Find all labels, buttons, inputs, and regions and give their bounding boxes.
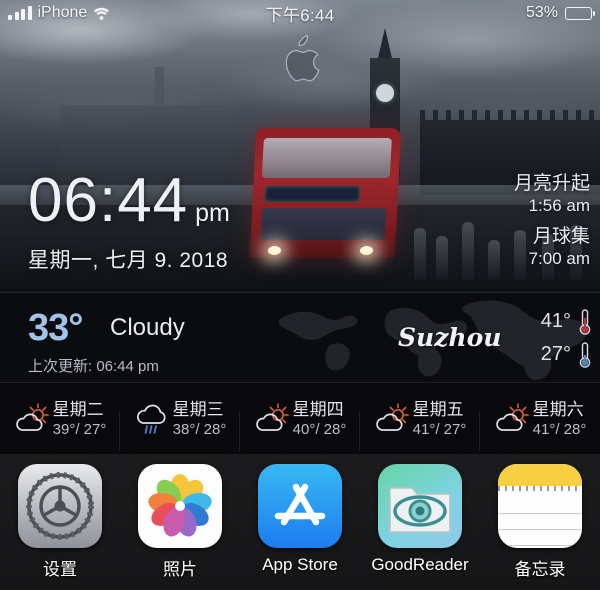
high-low-group: 41° 27°: [541, 305, 592, 371]
forecast-day-temps: 39°/ 27°: [52, 420, 107, 438]
forecast-text: 星期三 38°/ 28°: [173, 399, 227, 440]
forecast-day[interactable]: 星期六 41°/ 28°: [480, 399, 600, 440]
forecast-day-name: 星期二: [52, 399, 104, 419]
forecast-day[interactable]: 星期五 41°/ 27°: [360, 399, 480, 451]
forecast-text: 星期六 41°/ 28°: [533, 399, 587, 440]
forecast-day-name: 星期三: [172, 399, 224, 419]
big-ben-clock-face: [376, 84, 394, 102]
lockscreen-clock: 06:44 pm 星期一, 七月 9. 2018: [28, 170, 230, 274]
dock-app-appstore[interactable]: App Store: [240, 464, 360, 575]
forecast-day-name: 星期六: [532, 399, 584, 419]
forecast-day-temps: 38°/ 28°: [172, 420, 227, 438]
clock-ampm: pm: [195, 199, 230, 227]
forecast-day-name: 星期四: [292, 399, 344, 419]
dock: 设置 照片 App Store GoodReader 备忘录: [0, 454, 600, 590]
forecast-day-name: 星期五: [412, 399, 464, 419]
weather-panel[interactable]: 33° Cloudy 上次更新: 06:44 pm Suzhou 41° 27°: [0, 292, 600, 383]
carrier-label: iPhone: [37, 4, 88, 21]
status-bar: iPhone 下午6:44 53%: [0, 0, 600, 26]
bus-lower-windows: [260, 208, 387, 240]
moonset-label: 月球集: [532, 226, 590, 247]
notes-icon[interactable]: [498, 464, 582, 548]
forecast-day[interactable]: 星期二 39°/ 27°: [0, 399, 120, 451]
moonrise-time: 1:56 am: [528, 196, 590, 215]
app-store-icon[interactable]: [258, 464, 342, 548]
photos-pinwheel-icon[interactable]: [138, 464, 222, 548]
bus-headlights: [267, 246, 379, 256]
bus-upper-windows: [261, 138, 392, 178]
clock-time: 06:44: [28, 166, 189, 235]
clock-date: 星期一, 七月 9. 2018: [28, 249, 229, 272]
dock-app-notes[interactable]: 备忘录: [480, 464, 600, 580]
forecast-strip[interactable]: 星期二 39°/ 27° 星期三 38°/ 28° 星期四 40°/ 28° 星…: [0, 382, 600, 455]
last-updated-label: 上次更新: 06:44 pm: [28, 358, 159, 375]
moonset-time: 7:00 am: [528, 249, 590, 268]
rain-cloud-icon: [136, 404, 166, 434]
thermometer-hot-icon: [579, 308, 591, 335]
notes-holes: [498, 486, 582, 491]
bus-destination-sign: [264, 186, 361, 202]
forecast-text: 星期二 39°/ 27°: [53, 399, 107, 440]
dock-app-label: 备忘录: [514, 560, 566, 579]
notes-lines: [498, 498, 582, 548]
high-temperature: 41°: [540, 310, 571, 332]
moon-info: 月亮升起 1:56 am 月球集 7:00 am: [514, 168, 590, 274]
sun-behind-cloud-icon: [15, 403, 49, 431]
forecast-text: 星期四 40°/ 28°: [293, 399, 347, 440]
battery-percent-label: 53%: [525, 4, 559, 21]
high-temp-row: 41°: [541, 305, 592, 338]
double-decker-bus: [249, 128, 402, 258]
notes-header-bar: [498, 464, 582, 486]
status-bar-time: 下午6:44: [265, 5, 335, 25]
dock-app-label: App Store: [262, 555, 338, 574]
city-name: Suzhou: [398, 323, 502, 352]
dock-app-label: GoodReader: [371, 555, 469, 574]
battery-icon: [565, 6, 596, 20]
dock-app-settings[interactable]: 设置: [0, 464, 120, 580]
dock-app-label: 照片: [163, 560, 197, 579]
iphone-screen: iPhone 下午6:44 53% 06:44 pm 星期一, 七月 9. 20…: [0, 0, 600, 590]
forecast-text: 星期五 41°/ 27°: [413, 399, 467, 440]
sun-behind-cloud-icon: [495, 403, 529, 431]
forecast-day-temps: 41°/ 28°: [532, 420, 587, 438]
clock-row: 06:44 pm: [28, 170, 230, 232]
goodreader-eye-icon[interactable]: [378, 464, 462, 548]
status-bar-right: 53%: [334, 4, 600, 22]
sun-behind-cloud-icon: [375, 403, 409, 431]
apple-logo-icon: [285, 34, 320, 82]
signal-bars-icon: [8, 5, 32, 20]
dock-app-photos[interactable]: 照片: [120, 464, 240, 580]
dock-app-goodreader[interactable]: GoodReader: [360, 464, 480, 575]
moonrise-label: 月亮升起: [513, 173, 590, 194]
low-temp-row: 27°: [541, 338, 592, 371]
status-bar-left: iPhone: [0, 4, 266, 22]
sun-behind-cloud-icon: [255, 403, 289, 431]
wifi-icon: [94, 7, 110, 20]
low-temperature: 27°: [540, 343, 571, 365]
settings-gear-icon[interactable]: [18, 464, 102, 548]
thermometer-cold-icon: [579, 341, 591, 368]
dock-app-label: 设置: [43, 560, 77, 579]
forecast-day[interactable]: 星期四 40°/ 28°: [240, 399, 360, 451]
current-temperature: 33°: [28, 307, 83, 349]
forecast-day-temps: 41°/ 27°: [412, 420, 467, 438]
current-condition: Cloudy: [110, 314, 185, 341]
forecast-day-temps: 40°/ 28°: [292, 420, 347, 438]
forecast-day[interactable]: 星期三 38°/ 28°: [120, 399, 240, 451]
